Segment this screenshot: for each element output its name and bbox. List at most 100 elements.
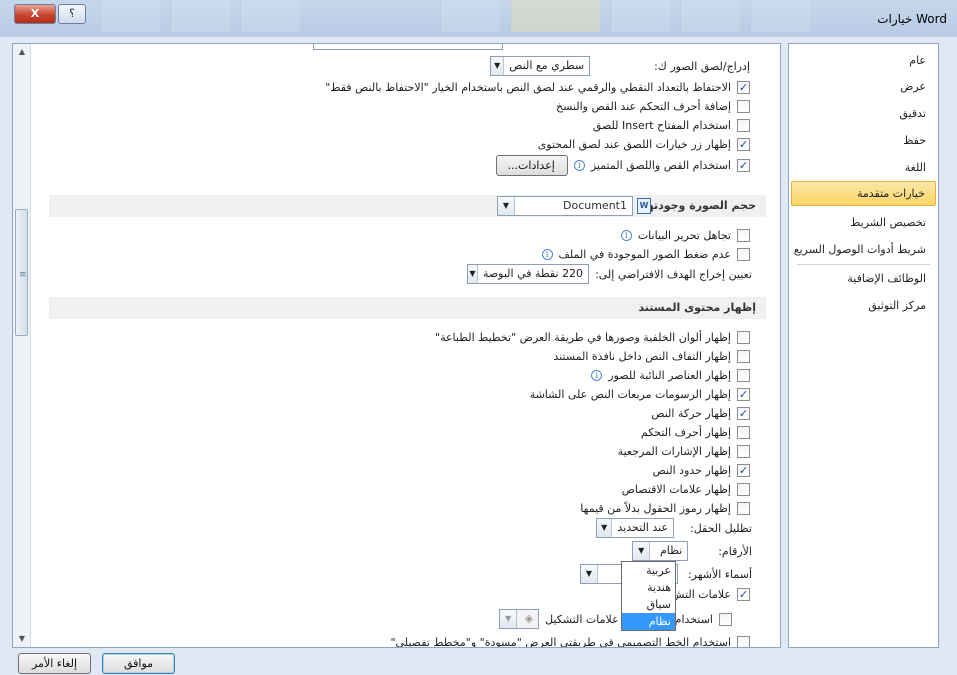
advanced-options-panel: ▲ ≡ ▼ إدراج/لصق الصور ك: سطري مع النص ▼ …: [12, 43, 781, 648]
vertical-scrollbar[interactable]: ▲ ≡ ▼: [13, 44, 31, 647]
crop-marks-row[interactable]: إظهار علامات الاقتصاص: [622, 480, 750, 498]
numerals-combo[interactable]: نظام ▼: [632, 541, 689, 561]
dropdown-option[interactable]: عربية: [622, 562, 675, 579]
use-diacritics-label: استخدام: [674, 612, 713, 626]
grip-icon: ≡: [19, 270, 27, 280]
wrap-text-row[interactable]: إظهار التفاف النص داخل نافذة المستند: [553, 347, 750, 365]
drawings-row[interactable]: ✓ إظهار الرسومات مربعات النص على الشاشة: [530, 385, 750, 403]
placeholders-row[interactable]: إظهار العناصر النائبة للصور i: [591, 366, 750, 384]
draft-font-row[interactable]: استخدام الخط التصميمي في طريقتي العرض "م…: [390, 633, 750, 647]
info-icon: i: [573, 159, 585, 171]
wrap-text-checkbox[interactable]: [737, 349, 750, 363]
crop-marks-label: إظهار علامات الاقتصاص: [621, 482, 731, 496]
bg-colors-checkbox[interactable]: [737, 330, 750, 344]
dropdown-option-selected[interactable]: نظام: [622, 613, 675, 630]
chevron-down-icon: ▼: [500, 610, 518, 628]
image-size-section: حجم الصورة وجودتها W Document1 ▼: [49, 195, 766, 217]
dropdown-option[interactable]: سياق: [622, 596, 675, 613]
discard-edit-row[interactable]: تجاهل تحرير البيانات i: [620, 226, 750, 244]
paste-button-row[interactable]: ✓ إظهار زر خيارات اللصق عند لصق المحتوى: [538, 135, 750, 153]
nav-item-trust-center[interactable]: مركز التوثيق: [801, 295, 926, 317]
nav-item-general[interactable]: عام: [801, 50, 926, 72]
no-compress-row[interactable]: عدم ضغط الصور الموجودة في الملف i: [541, 245, 750, 263]
keep-bullets-checkbox[interactable]: ✓: [737, 80, 750, 94]
settings-button[interactable]: إعدادات...: [495, 154, 568, 176]
ribbon-ghost: [680, 0, 740, 32]
text-animation-checkbox[interactable]: ✓: [737, 406, 750, 420]
ribbon-ghost: [610, 0, 670, 32]
insert-picture-combo[interactable]: سطري مع النص ▼: [490, 56, 591, 76]
text-boundaries-label: إظهار حدود النص: [652, 463, 731, 477]
scroll-up-icon[interactable]: ▲: [13, 44, 31, 60]
field-codes-label: إظهار رموز الحقول بدلاً من قيمها: [580, 501, 731, 515]
cancel-button[interactable]: إلغاء الأمر: [18, 653, 91, 674]
default-output-combo[interactable]: 220 نقطة في البوصة ▼: [467, 264, 590, 284]
month-names-label: أسماء الأشهر:: [687, 567, 752, 581]
smart-cut-label: استخدام القص واللصق المتميز: [590, 158, 731, 172]
numerals-dropdown-list[interactable]: عربية هندية سياق نظام: [621, 561, 676, 631]
discard-edit-checkbox[interactable]: [737, 228, 750, 242]
field-codes-checkbox[interactable]: [737, 501, 750, 515]
keep-bullets-label: الاحتفاظ بالتعداد النقطي والرقمي عند لصق…: [325, 80, 731, 94]
dropdown-option[interactable]: هندية: [622, 579, 675, 596]
ribbon-ghost: [170, 0, 230, 32]
bookmarks-row[interactable]: إظهار الإشارات المرجعية: [618, 442, 750, 460]
bookmarks-checkbox[interactable]: [737, 444, 750, 458]
chevron-down-icon: ▼: [498, 197, 515, 215]
nav-item-addins[interactable]: الوظائف الإضافية: [801, 268, 926, 290]
title-bar: X ؟ خيارات Word: [0, 0, 957, 37]
scroll-down-icon[interactable]: ▼: [13, 631, 31, 647]
control-chars-row[interactable]: إضافة أحرف التحكم عند القص والنسخ: [556, 97, 750, 115]
chevron-down-icon: ▼: [633, 542, 651, 560]
diacritics-color-row[interactable]: استخدام علامات التشكيل ◈ ▼: [499, 609, 732, 629]
placeholders-checkbox[interactable]: [737, 368, 750, 382]
insert-key-label: استخدام المفتاح Insert للصق: [592, 118, 731, 132]
text-boundaries-checkbox[interactable]: ✓: [737, 463, 750, 477]
scroll-thumb[interactable]: ≡: [15, 209, 28, 336]
numerals-label: الأرقام:: [718, 544, 752, 558]
chevron-down-icon: ▼: [491, 57, 505, 75]
paste-button-checkbox[interactable]: ✓: [737, 137, 750, 151]
info-icon: i: [541, 248, 553, 260]
text-animation-row[interactable]: ✓ إظهار حركة النص: [651, 404, 750, 422]
smart-cut-row[interactable]: ✓ استخدام القص واللصق المتميز i إعدادات.…: [495, 154, 750, 176]
paste-button-label: إظهار زر خيارات اللصق عند لصق المحتوى: [537, 137, 731, 151]
field-codes-row[interactable]: إظهار رموز الحقول بدلاً من قيمها: [580, 499, 750, 517]
field-shading-combo[interactable]: عند التحديد ▼: [596, 518, 675, 538]
use-diacritics-color-checkbox[interactable]: [719, 612, 732, 626]
diacritics-label: علامات التش: [671, 587, 731, 601]
insert-key-row[interactable]: استخدام المفتاح Insert للصق: [593, 116, 750, 134]
nav-item-customize-ribbon[interactable]: تخصيص الشريط: [801, 212, 926, 234]
drawings-checkbox[interactable]: ✓: [737, 387, 750, 401]
control-chars-checkbox[interactable]: [737, 99, 750, 113]
nav-item-proofing[interactable]: تدقيق: [801, 103, 926, 125]
smart-cut-checkbox[interactable]: ✓: [737, 158, 750, 172]
document-value: Document1: [563, 199, 627, 212]
no-compress-checkbox[interactable]: [737, 247, 750, 261]
nav-item-save[interactable]: حفظ: [801, 130, 926, 152]
nav-item-quick-access[interactable]: شريط أدوات الوصول السريع: [794, 239, 926, 261]
text-boundaries-row[interactable]: ✓ إظهار حدود النص: [652, 461, 750, 479]
document-combo[interactable]: Document1 ▼: [497, 196, 633, 216]
placeholders-label: إظهار العناصر النائبة للصور: [608, 368, 731, 382]
diacritics-color-picker[interactable]: ◈ ▼: [499, 609, 540, 629]
insert-key-checkbox[interactable]: [737, 118, 750, 132]
ok-button[interactable]: موافق: [102, 653, 175, 674]
diacritics-row[interactable]: ✓ علامات التش: [671, 585, 750, 603]
show-control-chars-row[interactable]: إظهار أحرف التحكم: [641, 423, 750, 441]
show-control-chars-checkbox[interactable]: [737, 425, 750, 439]
default-output-row: تعيين إخراج الهدف الافتراضي إلى: 220 نقط…: [467, 264, 752, 284]
help-button[interactable]: ؟: [58, 4, 86, 24]
bookmarks-label: إظهار الإشارات المرجعية: [617, 444, 731, 458]
nav-item-advanced[interactable]: خيارات متقدمة: [791, 181, 936, 206]
draft-font-checkbox[interactable]: [737, 635, 750, 647]
crop-marks-checkbox[interactable]: [737, 482, 750, 496]
nav-item-language[interactable]: اللغة: [801, 157, 926, 179]
control-chars-label: إضافة أحرف التحكم عند القص والنسخ: [556, 99, 731, 113]
close-button[interactable]: X: [14, 4, 56, 24]
keep-bullets-row[interactable]: ✓ الاحتفاظ بالتعداد النقطي والرقمي عند ل…: [325, 78, 750, 96]
word-document-icon: W: [637, 198, 651, 214]
diacritics-checkbox[interactable]: ✓: [737, 587, 750, 601]
nav-item-display[interactable]: عرض: [801, 76, 926, 98]
bg-colors-row[interactable]: إظهار ألوان الخلفية وصورها في طريقة العر…: [435, 328, 750, 346]
